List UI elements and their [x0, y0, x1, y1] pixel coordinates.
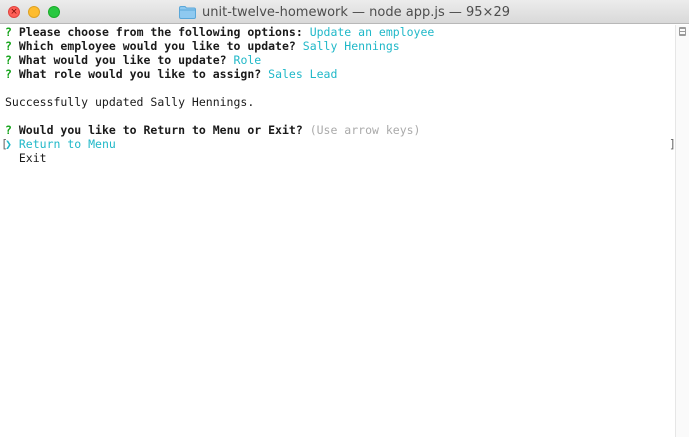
- prompt-line: ? Which employee would you like to updat…: [5, 39, 675, 53]
- success-message: Successfully updated Sally Hennings.: [5, 95, 255, 109]
- menu-question: Would you like to Return to Menu or Exit…: [18, 123, 303, 137]
- prompt-line: ? What would you like to update? Role: [5, 53, 675, 67]
- prompt-answer: Sally Hennings: [302, 39, 400, 53]
- menu-option-label: Return to Menu: [18, 137, 116, 151]
- prompt-answer: Sales Lead: [268, 67, 338, 81]
- menu-option-exit[interactable]: Exit: [5, 151, 675, 165]
- menu-hint: (Use arrow keys): [309, 123, 421, 137]
- scrollbar[interactable]: [675, 25, 689, 437]
- prompt-question: What would you like to update?: [18, 53, 227, 67]
- title-bar[interactable]: × unit-twelve-homework — node app.js — 9…: [0, 0, 689, 24]
- question-mark: ?: [5, 53, 12, 67]
- selection-bracket-left: [: [1, 137, 8, 151]
- prompt-question: What role would you like to assign?: [18, 67, 262, 81]
- menu-option-label: Exit: [18, 151, 47, 165]
- prompt-question: Please choose from the following options…: [18, 25, 303, 39]
- folder-icon: [179, 5, 196, 19]
- question-mark: ?: [5, 67, 12, 81]
- question-mark: ?: [5, 123, 12, 137]
- question-mark: ?: [5, 25, 12, 39]
- question-mark: ?: [5, 39, 12, 53]
- terminal-output[interactable]: ? Please choose from the following optio…: [0, 25, 676, 437]
- window-title: unit-twelve-homework — node app.js — 95×…: [0, 0, 689, 24]
- menu-prompt-line: ? Would you like to Return to Menu or Ex…: [5, 123, 675, 137]
- window-title-text: unit-twelve-homework — node app.js — 95×…: [202, 4, 510, 20]
- terminal-window: × unit-twelve-homework — node app.js — 9…: [0, 0, 689, 437]
- prompt-question: Which employee would you like to update?: [18, 39, 296, 53]
- prompt-line: ? Please choose from the following optio…: [5, 25, 675, 39]
- scroll-thumb[interactable]: [679, 27, 686, 36]
- menu-option-return[interactable]: [❯ Return to Menu]: [1, 137, 676, 151]
- prompt-answer: Update an employee: [309, 25, 435, 39]
- prompt-line: ? What role would you like to assign? Sa…: [5, 67, 675, 81]
- prompt-answer: Role: [233, 53, 262, 67]
